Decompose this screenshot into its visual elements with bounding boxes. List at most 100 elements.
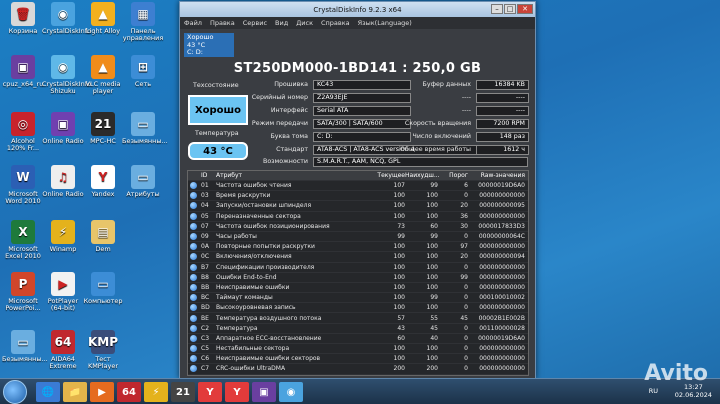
table-row[interactable]: 05 Переназначенные сектора 100 100 36 0000000… [188,212,528,222]
maximize-button[interactable]: □ [504,4,516,14]
desktop-icon[interactable]: ▲ Light Alloy [82,2,124,35]
desktop-icon[interactable]: ♫ Online Radio [42,165,84,198]
close-button[interactable]: ✕ [517,4,533,14]
table-row[interactable]: C6 Неисправимые ошибки секторов 100 100 0 000… [188,354,528,365]
table-row[interactable]: BD Высокоуровневая запись 100 100 0 000000000… [188,303,528,314]
desktop-icon-label: Корзина [8,27,38,35]
cell: 20 [460,202,468,210]
desktop-icon[interactable]: ◉ CrystalDiskInfo Shizuku [42,55,91,95]
desktop-icon[interactable]: ◉ CrystalDiskInfo [42,2,91,35]
cell: 00000019D6A0 [478,182,525,190]
cell: 0 [464,283,468,291]
menu-item[interactable]: Правка [210,19,235,27]
table-row[interactable]: BE Температура воздушного потока 57 55 45 000… [188,313,528,324]
table-row[interactable]: 07 Частота ошибок позиционирования 73 60 30 0… [188,222,528,232]
desktop-icon[interactable]: X Microsoft Excel 2010 [2,220,44,260]
taskbar-item[interactable]: 21 [171,382,195,402]
taskbar-item[interactable]: 📁 [63,382,87,402]
cell: 99 [430,233,438,241]
cell: 0 [464,304,468,312]
taskbar-item[interactable]: ▣ [252,382,276,402]
taskbar-item[interactable]: 64 [117,382,141,402]
desktop-icon[interactable]: ▦ Панель управления [122,2,164,42]
disk-tab[interactable]: Хорошо 43 °C C: D: [184,33,234,57]
desktop-icon[interactable]: 21 MPC-HC [82,112,124,145]
table-row[interactable]: 01 Частота ошибок чтения 107 99 6 00000019D6A… [188,181,528,192]
cell: Температура [216,324,258,332]
cell: 100 [426,273,438,281]
crystaldiskinfo-window[interactable]: CrystalDiskInfo 9.2.3 x64 – □ ✕ Файл Прав… [179,1,536,379]
menu-item[interactable]: Диск [296,19,313,27]
desktop-icon[interactable]: ▣ Online Radio [42,112,84,145]
info-label-right: ---- [461,107,471,114]
desktop-icon[interactable]: ⚡ Winamp [42,220,84,253]
table-row[interactable]: C2 Температура 43 45 0 001100000028 [188,324,528,334]
desktop-icon-image: W [11,165,35,189]
taskbar-item[interactable]: Y [198,382,222,402]
desktop-icon[interactable]: ▭ Безымянны... [2,330,48,363]
minimize-button[interactable]: – [491,4,503,14]
status-dot [188,314,199,322]
desktop-icon[interactable]: ▭ Атрибуты [122,165,164,198]
window-title: CrystalDiskInfo 9.2.3 x64 [313,5,402,14]
table-row[interactable]: C5 Нестабильные сектора 100 100 0 00000000000… [188,344,528,355]
cell: 100 [393,304,405,312]
cell: 200 [426,365,438,373]
desktop-icon[interactable]: KMP Тест KMPlayer [82,330,124,370]
taskbar-item[interactable]: ◉ [279,382,303,402]
column-header[interactable]: Наихудш... [405,172,440,179]
desktop-icon[interactable]: ▤ Dem [82,220,124,253]
health-label: Техсостояние [193,82,239,89]
taskbar-item[interactable]: ▶ [90,382,114,402]
table-row[interactable]: 03 Время раскрутки 100 100 0 000000000000 [188,191,528,202]
desktop-icon[interactable]: ▭ Безымянны... [122,112,168,145]
menu-item[interactable]: Справка [321,19,350,27]
taskbar-item[interactable]: Y [225,382,249,402]
column-header[interactable]: Текущее [368,172,405,179]
desktop-icon[interactable]: ▲ VLC media player [82,55,124,95]
column-header[interactable]: Raw-значения [468,172,527,179]
table-row[interactable]: 0C Включения/отключения 100 100 20 0000000000… [188,252,528,263]
table-row[interactable]: 0A Повторные попытки раскрутки 100 100 97 000… [188,242,528,253]
desktop-icon[interactable]: 🗑 Корзина [2,2,44,35]
desktop-icon-image: ▭ [131,112,155,136]
cell: BB [201,283,210,291]
taskbar-item[interactable]: 🌐 [36,382,60,402]
desktop-icon[interactable]: 64 AIDA64 Extreme [42,330,84,370]
health-status-badge[interactable]: Хорошо [188,95,248,125]
cell: 100 [426,212,438,220]
desktop-icon[interactable]: ▭ Компьютер [82,272,124,305]
menu-item[interactable]: Сервис [243,19,267,27]
desktop-icon[interactable]: ▣ cpuz_x64_ru [2,55,44,88]
cell: 6 [464,182,468,190]
table-row[interactable]: BC Таймаут команды 100 99 0 000100010002 [188,293,528,304]
smart-table[interactable]: ID Атрибут Текущее Наихудш... Порог Raw-значе… [187,170,529,376]
table-row[interactable]: B7 Спецификации производителя 100 100 0 00000… [188,263,528,273]
column-header[interactable]: Порог [438,172,468,179]
desktop-icon-image: X [11,220,35,244]
column-header[interactable]: Атрибут [216,172,368,179]
desktop-icon[interactable]: ⊞ Сеть [122,55,164,88]
start-button[interactable] [3,380,27,404]
menu-item[interactable]: Файл [184,19,202,27]
table-row[interactable]: BB Неисправимые ошибки 100 100 0 000000000000 [188,283,528,294]
table-row[interactable]: 04 Запуски/остановки шпинделя 100 100 20 0000… [188,201,528,212]
info-label: Возможности [263,158,308,165]
table-row[interactable]: 09 Часы работы 99 99 0 00000000064C [188,232,528,243]
taskbar-item[interactable]: ⚡ [144,382,168,402]
desktop-icon[interactable]: ▶ PotPlayer (64-bit) [42,272,84,312]
desktop-icon[interactable]: Y Yandex [82,165,124,198]
table-row[interactable]: B8 Ошибки End-to-End 100 100 99 000000000000 [188,273,528,283]
desktop-icon[interactable]: W Microsoft Word 2010 [2,165,44,205]
cell: C2 [201,324,210,332]
desktop-icon[interactable]: P Microsoft PowerPoi... [2,272,44,312]
column-header[interactable]: ID [199,172,216,179]
desktop-icon[interactable]: ◎ Alcohol 120% Fr... [2,112,44,152]
table-row[interactable]: C3 Аппаратное ECC-восстановление 60 40 0 0000… [188,334,528,344]
title-bar[interactable]: CrystalDiskInfo 9.2.3 x64 – □ ✕ [180,2,535,17]
cell: 100 [426,345,438,353]
menu-item[interactable]: Вид [275,19,288,27]
language-indicator[interactable]: RU [649,387,658,395]
table-row[interactable]: C7 CRC-ошибки UltraDMA 200 200 0 000000000000 [188,364,528,375]
menu-item[interactable]: Язык(Language) [358,19,412,27]
